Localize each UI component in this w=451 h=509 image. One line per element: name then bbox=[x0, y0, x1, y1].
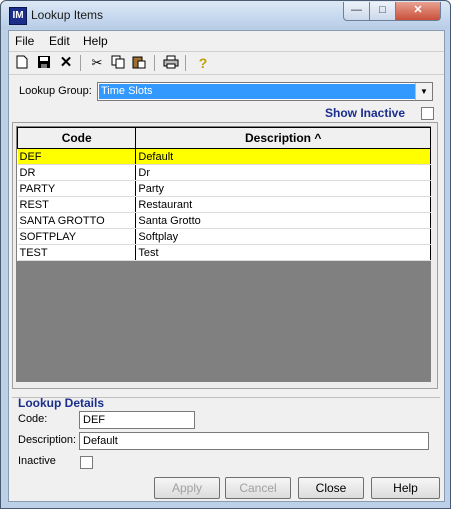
menu-bar: File Edit Help bbox=[9, 31, 444, 50]
table-row[interactable]: DR Dr bbox=[17, 164, 431, 181]
cell-description: Default bbox=[135, 148, 431, 165]
lookup-details-title: Lookup Details bbox=[18, 396, 105, 410]
lookup-details-group: Lookup Details Code: DEF Description: De… bbox=[12, 396, 440, 474]
inactive-label: Inactive bbox=[18, 455, 56, 467]
save-icon[interactable] bbox=[36, 55, 52, 71]
delete-icon[interactable]: ✕ bbox=[58, 55, 74, 71]
print-icon[interactable] bbox=[163, 55, 179, 71]
column-header-description[interactable]: Description ^ bbox=[135, 127, 431, 149]
table-row[interactable]: SANTA GROTTO Santa Grotto bbox=[17, 212, 431, 229]
cell-description: Santa Grotto bbox=[135, 212, 431, 229]
cell-description: Dr bbox=[135, 164, 431, 181]
cell-description: Restaurant bbox=[135, 196, 431, 213]
toolbar: ✕ ✂ ? bbox=[9, 51, 444, 75]
window-title: Lookup Items bbox=[31, 8, 104, 22]
cancel-button[interactable]: Cancel bbox=[225, 477, 291, 499]
cell-description: Softplay bbox=[135, 228, 431, 245]
cell-code: DR bbox=[17, 164, 137, 181]
cell-description: Party bbox=[135, 180, 431, 197]
lookup-group-select[interactable]: Time Slots ▼ bbox=[97, 82, 433, 101]
copy-icon[interactable] bbox=[110, 55, 126, 71]
app-logo-icon: IM bbox=[9, 7, 27, 25]
lookup-items-grid[interactable]: Code Description ^ DEF Default DR Dr PARTY Pa… bbox=[16, 126, 431, 382]
lookup-items-window: IM Lookup Items — □ ✕ File Edit Help ✕ ✂ bbox=[0, 0, 451, 509]
paste-icon[interactable] bbox=[131, 55, 147, 71]
new-icon[interactable] bbox=[14, 55, 30, 71]
inactive-checkbox[interactable] bbox=[80, 456, 93, 469]
close-window-button[interactable]: ✕ bbox=[395, 2, 441, 21]
cut-icon[interactable]: ✂ bbox=[89, 55, 105, 71]
table-row[interactable]: REST Restaurant bbox=[17, 196, 431, 213]
lookup-group-value: Time Slots bbox=[99, 84, 415, 99]
cell-code: SOFTPLAY bbox=[17, 228, 137, 245]
lookup-items-table: Code Description ^ DEF Default DR Dr PARTY Pa… bbox=[16, 127, 431, 261]
title-bar: IM Lookup Items — □ ✕ bbox=[1, 1, 450, 29]
code-field[interactable]: DEF bbox=[79, 411, 195, 429]
description-field[interactable]: Default bbox=[79, 432, 429, 450]
cell-description: Test bbox=[135, 244, 431, 261]
toolbar-separator bbox=[185, 55, 186, 71]
table-row[interactable]: PARTY Party bbox=[17, 180, 431, 197]
cell-code: TEST bbox=[17, 244, 137, 261]
menu-file[interactable]: File bbox=[15, 34, 34, 48]
code-label: Code: bbox=[18, 413, 48, 425]
help-icon[interactable]: ? bbox=[195, 55, 211, 71]
column-header-code[interactable]: Code bbox=[16, 127, 137, 149]
toolbar-separator bbox=[154, 55, 155, 71]
help-button[interactable]: Help bbox=[371, 477, 440, 499]
close-button[interactable]: Close bbox=[298, 477, 364, 499]
maximize-button[interactable]: □ bbox=[369, 2, 396, 21]
cell-code: PARTY bbox=[17, 180, 137, 197]
apply-button[interactable]: Apply bbox=[154, 477, 220, 499]
table-row[interactable]: TEST Test bbox=[17, 244, 431, 261]
description-label: Description: bbox=[18, 434, 77, 446]
minimize-button[interactable]: — bbox=[343, 2, 370, 21]
toolbar-separator bbox=[80, 55, 81, 71]
menu-edit[interactable]: Edit bbox=[49, 34, 70, 48]
chevron-down-icon[interactable]: ▼ bbox=[415, 83, 432, 100]
lookup-group-label: Lookup Group: bbox=[19, 85, 92, 97]
client-area: File Edit Help ✕ ✂ ? Lookup Group: Time … bbox=[8, 30, 445, 502]
show-inactive-label: Show Inactive bbox=[325, 106, 406, 120]
table-row[interactable]: SOFTPLAY Softplay bbox=[17, 228, 431, 245]
lookup-items-grid-panel: Code Description ^ DEF Default DR Dr PARTY Pa… bbox=[12, 122, 438, 389]
show-inactive-checkbox[interactable] bbox=[421, 107, 434, 120]
menu-help[interactable]: Help bbox=[83, 34, 108, 48]
cell-code: DEF bbox=[17, 148, 137, 165]
cell-code: REST bbox=[17, 196, 137, 213]
cell-code: SANTA GROTTO bbox=[17, 212, 137, 229]
table-row[interactable]: DEF Default bbox=[17, 148, 431, 165]
